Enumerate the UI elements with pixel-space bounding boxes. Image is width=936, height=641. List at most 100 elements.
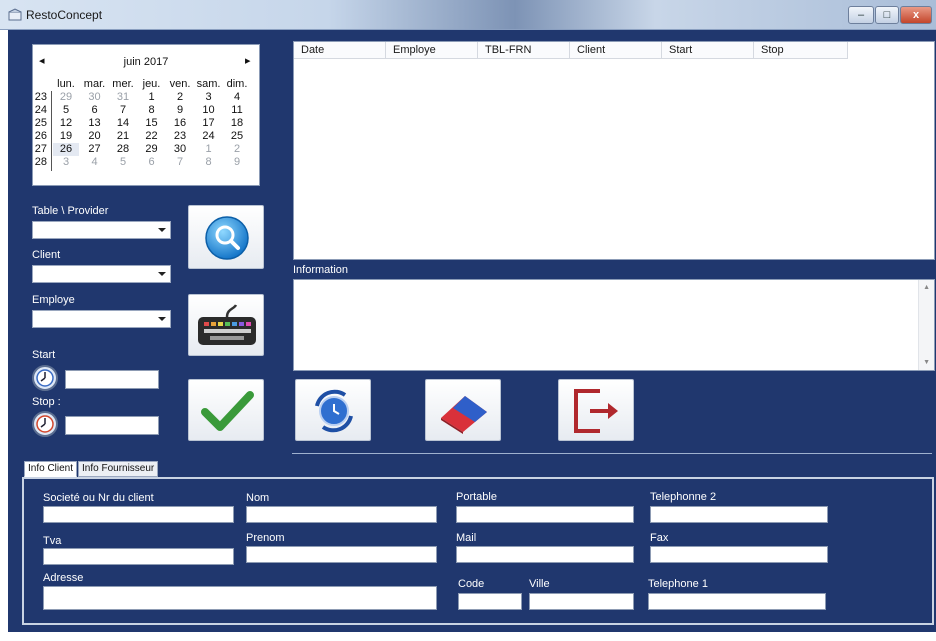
calendar-day[interactable]: 2: [224, 143, 250, 156]
calendar-day[interactable]: 14: [110, 117, 136, 130]
calendar-day[interactable]: 6: [139, 156, 165, 169]
calendar-day[interactable]: 1: [139, 91, 165, 104]
information-textarea[interactable]: ▲ ▼: [293, 279, 935, 371]
calendar-day[interactable]: 11: [224, 104, 250, 117]
scroll-up-icon[interactable]: ▲: [923, 284, 930, 291]
column-header-start[interactable]: Start: [662, 42, 754, 58]
nom-label: Nom: [246, 492, 270, 504]
calendar-day[interactable]: 27: [82, 143, 108, 156]
calendar-day[interactable]: 10: [196, 104, 222, 117]
calendar-day[interactable]: 15: [139, 117, 165, 130]
tva-label: Tva: [43, 535, 62, 547]
calendar-week-number: 27: [34, 143, 47, 155]
column-header-employe[interactable]: Employe: [386, 42, 478, 58]
calendar-day[interactable]: 29: [139, 143, 165, 156]
scroll-down-icon[interactable]: ▼: [923, 359, 930, 366]
calendar-day[interactable]: 22: [139, 130, 165, 143]
calendar-day[interactable]: 4: [82, 156, 108, 169]
exit-button[interactable]: [558, 379, 634, 441]
calendar-day[interactable]: 9: [167, 104, 193, 117]
calendar-weekday-header: lun. mar. mer. jeu. ven. sam. dim.: [53, 78, 259, 91]
calendar-day[interactable]: 19: [53, 130, 79, 143]
calendar-day[interactable]: 7: [167, 156, 193, 169]
stop-time-field[interactable]: [65, 416, 159, 435]
calendar-day[interactable]: 8: [139, 104, 165, 117]
code-label: Code: [458, 578, 485, 590]
calendar-day[interactable]: 24: [196, 130, 222, 143]
column-header-date[interactable]: Date: [294, 42, 386, 58]
table-provider-combo[interactable]: [32, 221, 171, 239]
start-time-field[interactable]: [65, 370, 159, 389]
calendar-day[interactable]: 26: [53, 143, 79, 156]
information-scrollbar[interactable]: ▲ ▼: [918, 280, 934, 370]
calendar-day[interactable]: 31: [110, 91, 136, 104]
calendar-month-label: juin 2017: [123, 56, 169, 68]
calendar-day[interactable]: 12: [53, 117, 79, 130]
calendar-day[interactable]: 30: [167, 143, 193, 156]
calendar-day[interactable]: 3: [196, 91, 222, 104]
calendar-day[interactable]: 5: [53, 104, 79, 117]
societe-label: Societé ou Nr du client: [43, 492, 154, 504]
tab-info-client[interactable]: Info Client: [24, 461, 78, 477]
column-header-client[interactable]: Client: [570, 42, 662, 58]
calendar-day[interactable]: 25: [224, 130, 250, 143]
calendar-day[interactable]: 6: [82, 104, 108, 117]
calendar-day[interactable]: 30: [82, 91, 108, 104]
calendar-day[interactable]: 2: [167, 91, 193, 104]
maximize-button[interactable]: □: [875, 6, 899, 24]
calendar-day[interactable]: 17: [196, 117, 222, 130]
close-button[interactable]: x: [900, 6, 932, 24]
telephone1-field[interactable]: [648, 593, 826, 610]
calendar-next-button[interactable]: ▸: [245, 54, 251, 67]
calendar-day[interactable]: 18: [224, 117, 250, 130]
calendar-days[interactable]: 23 29 30 31 1 2 3 4 24 5 6 7 8 9 10 11 25 12 13 14 15 16 17 18 2…: [33, 91, 259, 171]
calendar-day[interactable]: 9: [224, 156, 250, 169]
search-button[interactable]: [188, 205, 264, 269]
portable-field[interactable]: [456, 506, 634, 523]
ville-field[interactable]: [529, 593, 634, 610]
calendar-day[interactable]: 23: [167, 130, 193, 143]
month-calendar[interactable]: ◂ juin 2017 ▸ lun. mar. mer. jeu. ven. sam. di…: [32, 44, 260, 186]
clock-icon[interactable]: [32, 365, 58, 391]
fax-field[interactable]: [650, 546, 828, 563]
prenom-field[interactable]: [246, 546, 437, 563]
employe-combo[interactable]: [32, 310, 171, 328]
calendar-day[interactable]: 16: [167, 117, 193, 130]
societe-field[interactable]: [43, 506, 234, 523]
code-field[interactable]: [458, 593, 522, 610]
validate-button[interactable]: [188, 379, 264, 441]
nom-field[interactable]: [246, 506, 437, 523]
column-header-stop[interactable]: Stop: [754, 42, 848, 58]
eraser-icon: [441, 396, 487, 434]
adresse-field[interactable]: [43, 586, 437, 610]
mail-field[interactable]: [456, 546, 634, 563]
tva-field[interactable]: [43, 548, 234, 565]
calendar-day[interactable]: 5: [110, 156, 136, 169]
tab-info-fournisseur[interactable]: Info Fournisseur: [78, 461, 159, 477]
telephone2-label: Telephonne 2: [650, 491, 717, 503]
calendar-day[interactable]: 1: [196, 143, 222, 156]
stop-label: Stop :: [32, 396, 61, 408]
calendar-day[interactable]: 3: [53, 156, 79, 169]
column-header-tbl-frn[interactable]: TBL-FRN: [478, 42, 570, 58]
clear-button[interactable]: [425, 379, 501, 441]
calendar-day[interactable]: 21: [110, 130, 136, 143]
refresh-button[interactable]: [295, 379, 371, 441]
calendar-day[interactable]: 7: [110, 104, 136, 117]
calendar-day[interactable]: 20: [82, 130, 108, 143]
calendar-day[interactable]: 8: [196, 156, 222, 169]
client-combo[interactable]: [32, 265, 171, 283]
portable-label: Portable: [456, 491, 497, 503]
calendar-day[interactable]: 28: [110, 143, 136, 156]
calendar-day[interactable]: 29: [53, 91, 79, 104]
calendar-day[interactable]: 13: [82, 117, 108, 130]
telephone2-field[interactable]: [650, 506, 828, 523]
clock-stop-icon[interactable]: [32, 411, 58, 437]
calendar-week-row: 25 12 13 14 15 16 17 18: [33, 117, 253, 130]
results-grid[interactable]: Date Employe TBL-FRN Client Start Stop: [293, 41, 935, 260]
keyboard-button[interactable]: [188, 294, 264, 356]
calendar-week-number: 24: [34, 104, 47, 116]
calendar-day[interactable]: 4: [224, 91, 250, 104]
ville-label: Ville: [529, 578, 550, 590]
minimize-button[interactable]: –: [848, 6, 874, 24]
